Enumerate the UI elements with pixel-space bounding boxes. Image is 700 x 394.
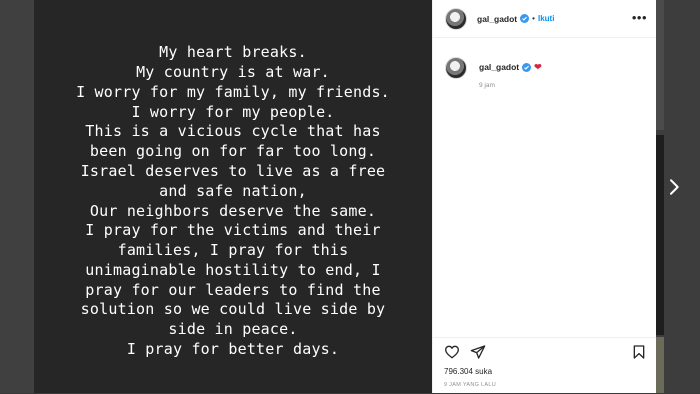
heart-outline-icon[interactable] xyxy=(444,344,460,360)
story-line: Israel deserves to live as a free xyxy=(80,161,386,180)
verified-badge-icon xyxy=(520,14,530,23)
story-line: and safe nation, xyxy=(159,181,307,200)
story-line: I worry for my family, my friends. xyxy=(76,82,390,101)
story-line: I pray for better days. xyxy=(126,340,340,359)
story-line: My heart breaks. xyxy=(159,43,307,62)
post-actions: 796.304 suka 9 JAM YANG LALU xyxy=(433,337,656,394)
ellipsis-icon[interactable]: ••• xyxy=(632,11,647,24)
post-media[interactable]: My heart breaks. My country is at war. I… xyxy=(34,0,432,393)
story-line: pray for our leaders to find the xyxy=(85,280,381,299)
bookmark-icon[interactable] xyxy=(631,344,647,360)
next-post-preview-top xyxy=(655,0,664,130)
share-icon[interactable] xyxy=(470,344,486,360)
post-date[interactable]: 9 JAM YANG LALU xyxy=(444,382,496,388)
post-side-panel: gal_gadot • Ikuti ••• gal_gadot ❤ 9 jam xyxy=(432,0,656,393)
story-line: My country is at war. xyxy=(136,62,330,81)
chevron-right-icon[interactable] xyxy=(665,178,683,196)
avatar[interactable] xyxy=(445,57,467,79)
next-post-preview xyxy=(655,135,664,335)
story-line: I worry for my people. xyxy=(131,102,335,121)
comment-author: gal_gadot ❤ xyxy=(479,62,542,72)
story-line: been going on for far too long. xyxy=(89,142,377,161)
red-heart-icon: ❤ xyxy=(534,61,542,72)
comment-username[interactable]: gal_gadot xyxy=(479,62,519,72)
follow-button[interactable]: Ikuti xyxy=(538,14,554,23)
story-line: unimaginable hostility to end, I xyxy=(85,260,381,279)
story-line: side in peace. xyxy=(168,320,298,339)
story-line: Our neighbors deserve the same. xyxy=(89,201,377,220)
story-line: I pray for the victims and their xyxy=(85,221,381,240)
story-line: This is a vicious cycle that has xyxy=(85,122,381,141)
likes-count[interactable]: 796.304 suka xyxy=(444,367,492,376)
backdrop-left xyxy=(0,0,34,393)
post-header: gal_gadot • Ikuti ••• xyxy=(433,0,656,38)
header-username[interactable]: gal_gadot xyxy=(477,14,517,24)
story-line: families, I pray for this xyxy=(117,241,349,260)
separator-dot: • xyxy=(532,14,535,23)
avatar[interactable] xyxy=(445,7,467,30)
next-post-preview-bottom xyxy=(655,337,664,393)
story-line: solution so we could live side by xyxy=(80,300,386,319)
comment-time[interactable]: 9 jam xyxy=(479,82,495,89)
verified-badge-icon xyxy=(522,62,532,72)
story-text: My heart breaks. My country is at war. I… xyxy=(76,43,390,360)
